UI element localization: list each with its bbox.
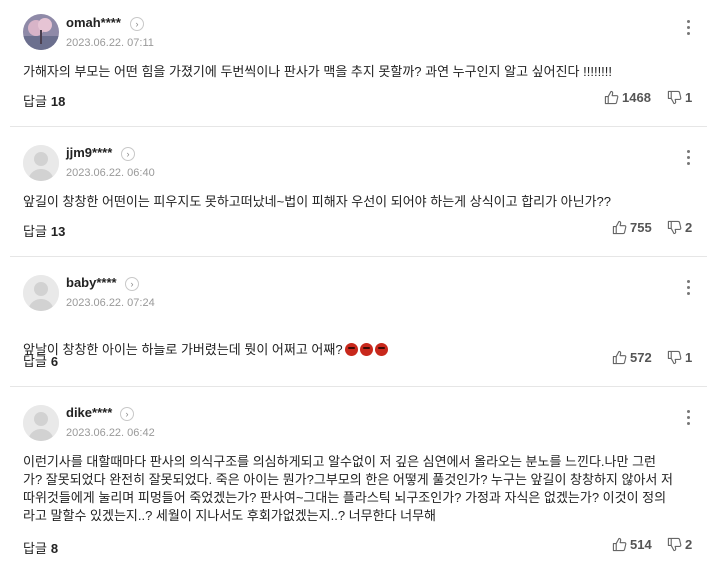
chevron-right-icon[interactable]: › — [120, 407, 134, 421]
divider — [10, 386, 707, 387]
like-button[interactable]: 514 — [612, 537, 652, 552]
dislike-button[interactable]: 2 — [667, 537, 692, 552]
dislike-count: 1 — [685, 350, 693, 365]
reply-label: 답글 — [23, 354, 47, 369]
reply-button[interactable]: 답글 18 — [23, 91, 65, 110]
like-count: 572 — [630, 350, 652, 365]
comment-date: 2023.06.22. 06:40 — [66, 167, 155, 179]
comment-date: 2023.06.22. 06:42 — [66, 427, 155, 439]
reply-count: 18 — [50, 94, 66, 109]
reply-count: 6 — [50, 354, 59, 369]
reply-count: 13 — [50, 224, 66, 239]
angry-face-emoji — [374, 343, 388, 356]
thumbs-up-icon — [604, 90, 619, 105]
reply-count: 8 — [50, 541, 59, 556]
more-options-icon[interactable] — [683, 20, 693, 38]
comment-text-content: 앞날이 창창한 아이는 하늘로 가버렸는데 뭣이 어쩌고 어째? — [23, 342, 343, 357]
like-button[interactable]: 755 — [612, 220, 652, 235]
comment-text: 가해자의 부모는 어떤 힘을 가졌기에 두번씩이나 판사가 맥을 추지 못할까?… — [23, 64, 613, 79]
thumbs-up-icon — [612, 350, 627, 365]
comment-date: 2023.06.22. 07:11 — [66, 37, 154, 49]
avatar[interactable] — [23, 145, 59, 181]
dislike-button[interactable]: 1 — [667, 350, 692, 365]
comment-text: 이런기사를 대할때마다 판사의 의식구조를 의심하게되고 알수없이 저 깊은 심… — [23, 454, 673, 523]
more-options-icon[interactable] — [683, 410, 693, 428]
reply-label: 답글 — [23, 94, 47, 109]
divider — [10, 256, 707, 257]
angry-face-emoji — [359, 343, 373, 356]
like-button[interactable]: 572 — [612, 350, 652, 365]
thumbs-down-icon — [667, 220, 682, 235]
thumbs-up-icon — [612, 537, 627, 552]
like-button[interactable]: 1468 — [604, 90, 651, 105]
reply-label: 답글 — [23, 541, 47, 556]
reply-button[interactable]: 답글 8 — [23, 538, 58, 557]
nickname[interactable]: jjm9**** — [66, 145, 112, 160]
comment-text: 앞길이 창창한 어떤이는 피우지도 못하고떠났네~법이 피해자 우선이 되어야 … — [23, 194, 612, 209]
reply-button[interactable]: 답글 6 — [23, 351, 58, 370]
more-options-icon[interactable] — [683, 280, 693, 298]
dislike-button[interactable]: 2 — [667, 220, 692, 235]
like-count: 1468 — [622, 90, 651, 105]
avatar[interactable] — [23, 14, 59, 50]
thumbs-down-icon — [667, 537, 682, 552]
comment-text: 앞날이 창창한 아이는 하늘로 가버렸는데 뭣이 어쩌고 어째? — [23, 323, 673, 359]
like-count: 514 — [630, 537, 652, 552]
thumbs-up-icon — [612, 220, 627, 235]
thumbs-down-icon — [667, 90, 682, 105]
chevron-right-icon[interactable]: › — [125, 277, 139, 291]
reply-button[interactable]: 답글 13 — [23, 221, 65, 240]
more-options-icon[interactable] — [683, 150, 693, 168]
angry-face-emoji — [344, 343, 358, 356]
chevron-right-icon[interactable]: › — [130, 17, 144, 31]
chevron-right-icon[interactable]: › — [121, 147, 135, 161]
dislike-count: 1 — [685, 90, 693, 105]
dislike-count: 2 — [685, 220, 693, 235]
like-count: 755 — [630, 220, 652, 235]
nickname[interactable]: baby**** — [66, 275, 117, 290]
reply-label: 답글 — [23, 224, 47, 239]
nickname[interactable]: omah**** — [66, 15, 121, 30]
dislike-count: 2 — [685, 537, 693, 552]
dislike-button[interactable]: 1 — [667, 90, 692, 105]
avatar[interactable] — [23, 275, 59, 311]
avatar[interactable] — [23, 405, 59, 441]
nickname[interactable]: dike**** — [66, 405, 112, 420]
thumbs-down-icon — [667, 350, 682, 365]
comment-date: 2023.06.22. 07:24 — [66, 297, 155, 309]
divider — [10, 126, 707, 127]
